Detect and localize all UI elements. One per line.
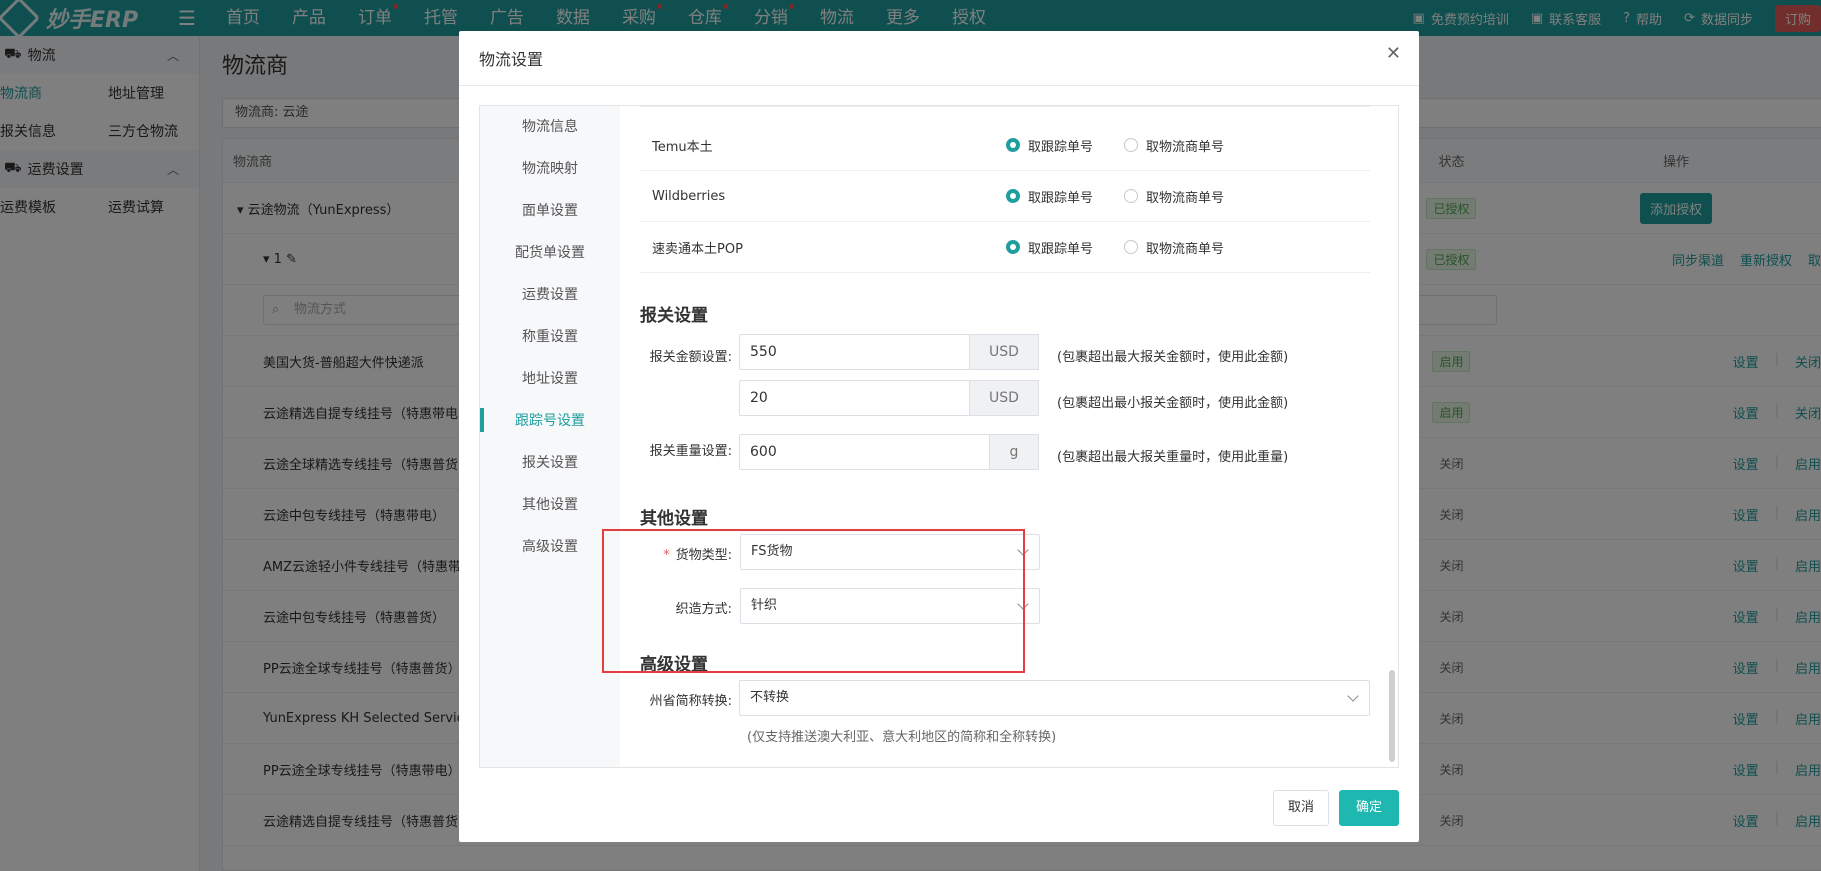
settings-tab[interactable]: 高级设置 (480, 526, 620, 568)
radio-tracking-number[interactable]: 取跟踪单号 (1006, 136, 1124, 155)
customs-section-title: 报关设置 (640, 306, 708, 326)
customs-min-amount-input[interactable]: 20 (739, 380, 970, 416)
settings-tab[interactable]: 其他设置 (480, 484, 620, 526)
customs-weight-label: 报关重量设置: (649, 444, 732, 459)
platform-name: 速卖通本土POP (652, 241, 743, 257)
radio-checked-icon (1006, 240, 1020, 254)
radio-carrier-number[interactable]: 取物流商单号 (1124, 238, 1242, 257)
settings-tab[interactable]: 配货单设置 (480, 232, 620, 274)
other-section-title: 其他设置 (640, 509, 708, 529)
customs-min-hint: (包裹超出最小报关金额时，使用此金额) (1057, 396, 1289, 411)
settings-tabs: 物流信息 物流映射 面单设置 配货单设置 运费设置 称重设置 地址设置 跟踪号设置 报关设置 其他… (480, 106, 620, 767)
radio-checked-icon (1006, 138, 1020, 152)
content-scrollbar[interactable] (1389, 670, 1395, 762)
currency-addon: USD (969, 334, 1039, 370)
cancel-button[interactable]: 取消 (1272, 790, 1329, 826)
radio-unchecked-icon (1124, 189, 1138, 203)
settings-tab[interactable]: 物流映射 (480, 148, 620, 190)
settings-tab[interactable]: 跟踪号设置 (480, 400, 620, 442)
platform-name: Wildberries (652, 188, 726, 204)
customs-weight-hint: (包裹超出最大报关重量时，使用此重量) (1057, 450, 1289, 465)
radio-unchecked-icon (1124, 240, 1138, 254)
customs-max-hint: (包裹超出最大报关金额时，使用此金额) (1057, 350, 1289, 365)
state-abbr-select[interactable]: 不转换 (739, 680, 1370, 716)
tracking-mapping-row: Temu本土 取跟踪单号 取物流商单号 (640, 120, 1370, 171)
highlight-box (602, 529, 1025, 673)
settings-tab[interactable]: 运费设置 (480, 274, 620, 316)
modal-footer: 取消 确定 (1272, 790, 1399, 826)
chevron-down-icon (1347, 690, 1359, 702)
settings-tab[interactable]: 地址设置 (480, 358, 620, 400)
settings-tab[interactable]: 称重设置 (480, 316, 620, 358)
radio-unchecked-icon (1124, 138, 1138, 152)
customs-amount-label: 报关金额设置: (649, 350, 732, 365)
customs-weight-input[interactable]: 600 (739, 434, 990, 470)
settings-tab[interactable]: 面单设置 (480, 190, 620, 232)
currency-addon: USD (969, 380, 1039, 416)
state-abbr-label: 州省简称转换: (649, 694, 732, 709)
settings-tab[interactable]: 报关设置 (480, 442, 620, 484)
weight-unit-addon: g (989, 434, 1039, 470)
state-abbr-note: (仅支持推送澳大利亚、意大利地区的简称和全称转换) (747, 730, 1057, 745)
confirm-button[interactable]: 确定 (1339, 790, 1399, 826)
modal-title: 物流设置 (459, 31, 1419, 86)
radio-tracking-number[interactable]: 取跟踪单号 (1006, 187, 1124, 206)
tracking-mapping-row: 速卖通本土POP 取跟踪单号 取物流商单号 (640, 222, 1370, 273)
settings-tab[interactable]: 物流信息 (480, 106, 620, 148)
close-icon[interactable]: ✕ (1386, 43, 1401, 64)
radio-tracking-number[interactable]: 取跟踪单号 (1006, 238, 1124, 257)
radio-carrier-number[interactable]: 取物流商单号 (1124, 187, 1242, 206)
radio-carrier-number[interactable]: 取物流商单号 (1124, 136, 1242, 155)
platform-name: Temu本土 (652, 139, 713, 155)
logistics-settings-modal: 物流设置 ✕ 物流信息 物流映射 面单设置 配货单设置 运费设置 称重设置 地址设置 跟踪号设… (459, 31, 1419, 842)
customs-max-amount-input[interactable]: 550 (739, 334, 970, 370)
radio-checked-icon (1006, 189, 1020, 203)
tracking-mapping-row: Wildberries 取跟踪单号 取物流商单号 (640, 171, 1370, 222)
